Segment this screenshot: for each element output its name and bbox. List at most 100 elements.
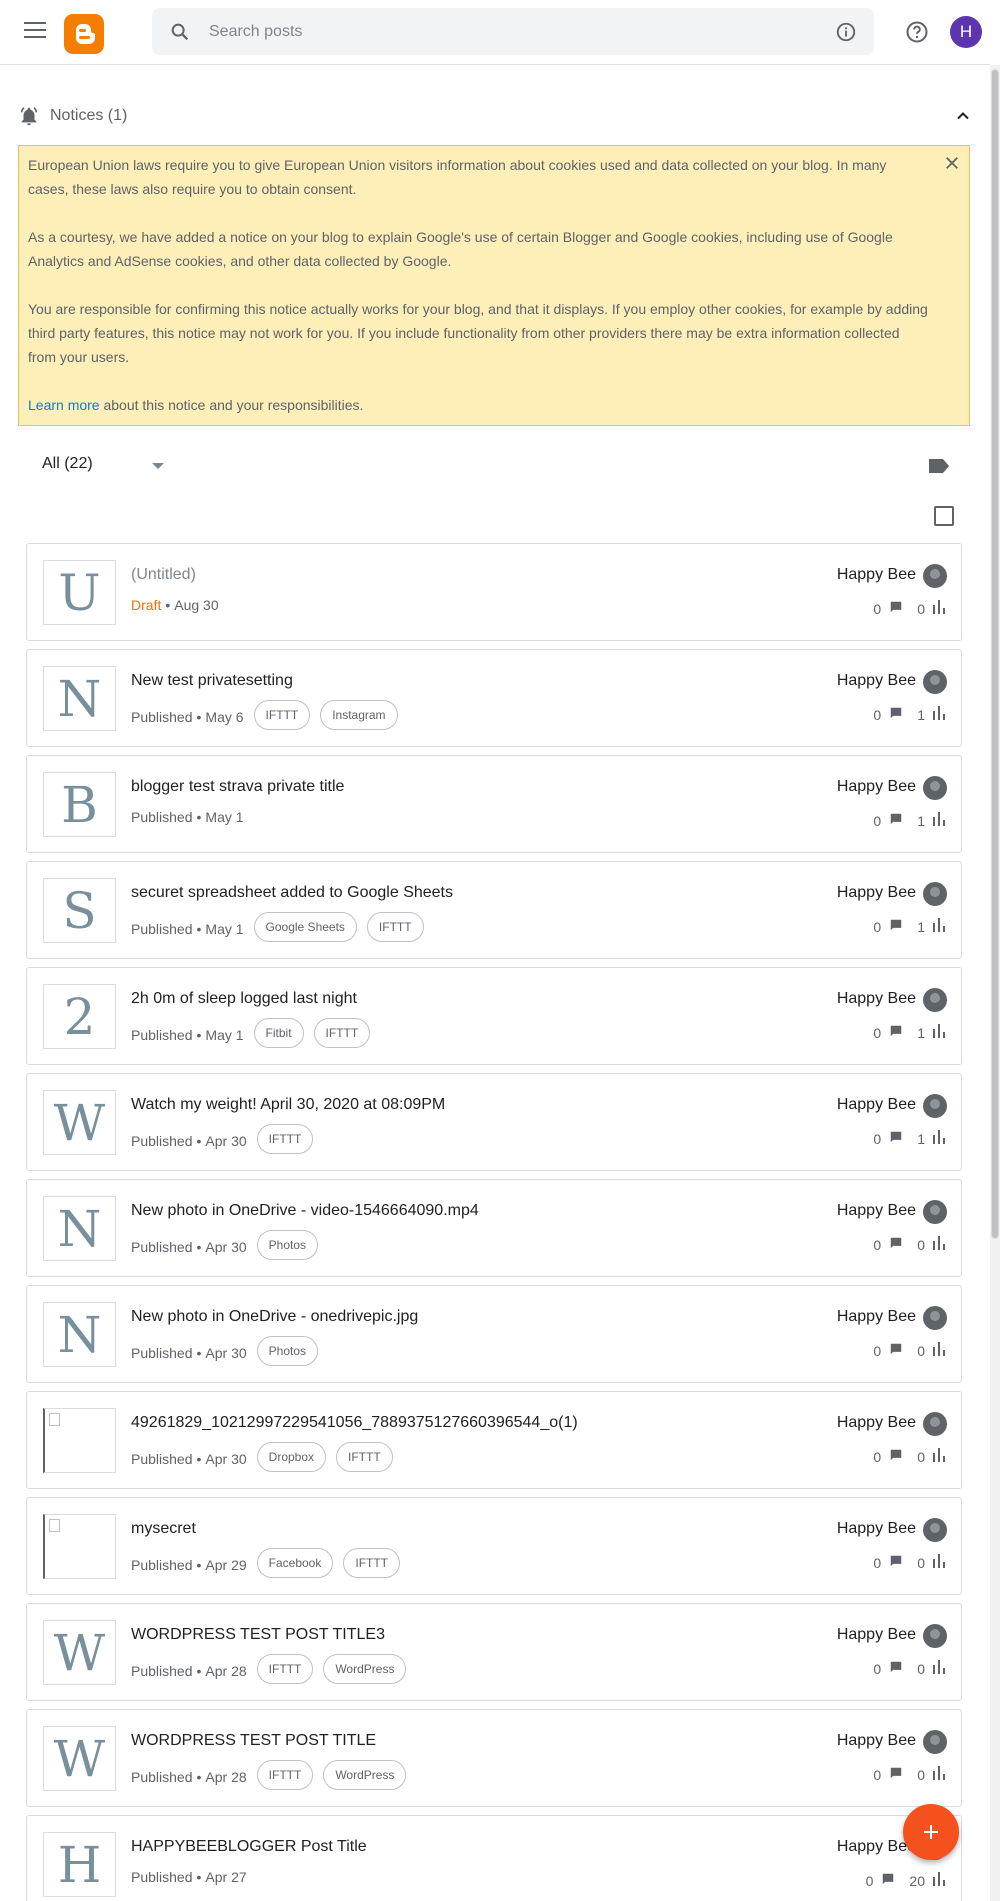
stats-icon[interactable] bbox=[933, 706, 945, 723]
comment-icon[interactable] bbox=[889, 600, 903, 617]
post-label-chip[interactable]: Photos bbox=[256, 1230, 319, 1260]
stats-icon[interactable] bbox=[933, 1660, 945, 1677]
post-card[interactable]: N New photo in OneDrive - onedrivepic.jp… bbox=[26, 1285, 962, 1383]
post-card[interactable]: W WORDPRESS TEST POST TITLE3 Published •… bbox=[26, 1603, 962, 1701]
post-title[interactable]: 49261829_10212997229541056_7889375127660… bbox=[131, 1414, 578, 1432]
label-icon[interactable] bbox=[927, 456, 951, 476]
post-label-chip[interactable]: WordPress bbox=[323, 1654, 407, 1684]
post-stats: 0 1 bbox=[873, 1024, 945, 1041]
comment-icon[interactable] bbox=[889, 1554, 903, 1571]
comment-icon[interactable] bbox=[889, 1024, 903, 1041]
post-card[interactable]: W Watch my weight! April 30, 2020 at 08:… bbox=[26, 1073, 962, 1171]
post-card[interactable]: B blogger test strava private title Publ… bbox=[26, 755, 962, 853]
view-count: 0 bbox=[917, 1554, 925, 1571]
post-thumbnail: 2 bbox=[43, 984, 116, 1049]
notices-header[interactable]: Notices (1) bbox=[18, 102, 973, 132]
view-count: 0 bbox=[917, 600, 925, 617]
post-title[interactable]: 2h 0m of sleep logged last night bbox=[131, 990, 357, 1008]
stats-icon[interactable] bbox=[933, 1236, 945, 1253]
comment-icon[interactable] bbox=[889, 1130, 903, 1147]
meta-separator: • bbox=[196, 920, 202, 937]
stats-icon[interactable] bbox=[933, 600, 945, 617]
post-card[interactable]: H HAPPYBEEBLOGGER Post Title Published •… bbox=[26, 1815, 962, 1901]
stats-icon[interactable] bbox=[933, 1130, 945, 1147]
post-label-chip[interactable]: IFTTT bbox=[256, 1760, 314, 1790]
new-post-button[interactable] bbox=[903, 1804, 959, 1860]
search-icon[interactable] bbox=[169, 21, 191, 43]
meta-separator: • bbox=[196, 809, 202, 825]
post-label-chip[interactable]: IFTTT bbox=[336, 1442, 393, 1472]
post-label-chip[interactable]: IFTTT bbox=[313, 1018, 371, 1048]
post-card[interactable]: U (Untitled) Draft • Aug 30 Happy Bee 0 … bbox=[26, 543, 962, 641]
menu-icon[interactable] bbox=[24, 22, 46, 40]
post-date: Apr 30 bbox=[205, 1344, 247, 1361]
author-avatar bbox=[923, 1094, 947, 1118]
stats-icon[interactable] bbox=[933, 1554, 945, 1571]
stats-icon[interactable] bbox=[933, 1872, 945, 1889]
post-meta: Published • Apr 30 Dropbox IFTTT bbox=[131, 1442, 393, 1472]
post-title[interactable]: New photo in OneDrive - onedrivepic.jpg bbox=[131, 1308, 418, 1326]
help-icon[interactable] bbox=[905, 20, 929, 44]
close-icon[interactable] bbox=[943, 154, 961, 172]
search-input[interactable] bbox=[209, 8, 769, 55]
post-title[interactable]: New photo in OneDrive - video-1546664090… bbox=[131, 1202, 479, 1220]
post-title[interactable]: mysecret bbox=[131, 1520, 196, 1538]
comment-icon[interactable] bbox=[889, 812, 903, 829]
comment-icon[interactable] bbox=[889, 1342, 903, 1359]
post-label-chip[interactable]: Facebook bbox=[256, 1548, 334, 1578]
post-card[interactable]: N New test privatesetting Published • Ma… bbox=[26, 649, 962, 747]
stats-icon[interactable] bbox=[933, 812, 945, 829]
post-card[interactable]: N New photo in OneDrive - video-15466640… bbox=[26, 1179, 962, 1277]
stats-icon[interactable] bbox=[933, 1448, 945, 1465]
comment-icon[interactable] bbox=[889, 1766, 903, 1783]
post-title[interactable]: Watch my weight! April 30, 2020 at 08:09… bbox=[131, 1096, 445, 1114]
dropdown-arrow-icon[interactable] bbox=[152, 463, 164, 469]
account-avatar[interactable]: H bbox=[950, 16, 982, 48]
post-label-chip[interactable]: IFTTT bbox=[366, 912, 424, 942]
post-card[interactable]: 2 2h 0m of sleep logged last night Publi… bbox=[26, 967, 962, 1065]
comment-icon[interactable] bbox=[889, 1448, 903, 1465]
comment-icon[interactable] bbox=[889, 918, 903, 935]
post-label-chip[interactable]: Dropbox bbox=[256, 1442, 327, 1472]
comment-icon[interactable] bbox=[881, 1872, 895, 1889]
post-card[interactable]: 49261829_10212997229541056_7889375127660… bbox=[26, 1391, 962, 1489]
post-card[interactable]: W WORDPRESS TEST POST TITLE Published • … bbox=[26, 1709, 962, 1807]
post-card[interactable]: mysecret Published • Apr 29 Facebook IFTT… bbox=[26, 1497, 962, 1595]
post-filter-dropdown[interactable]: All (22) bbox=[42, 455, 93, 473]
comment-icon[interactable] bbox=[889, 1236, 903, 1253]
post-title[interactable]: (Untitled) bbox=[131, 566, 196, 584]
meta-separator: • bbox=[196, 1662, 202, 1679]
comment-icon[interactable] bbox=[889, 1660, 903, 1677]
blogger-logo-icon[interactable] bbox=[64, 14, 104, 54]
post-title[interactable]: securet spreadsheet added to Google Shee… bbox=[131, 884, 453, 902]
post-label-chip[interactable]: IFTTT bbox=[343, 1548, 401, 1578]
post-title[interactable]: HAPPYBEEBLOGGER Post Title bbox=[131, 1838, 367, 1856]
post-label-chip[interactable]: Fitbit bbox=[253, 1018, 304, 1048]
post-label-chip[interactable]: IFTTT bbox=[253, 700, 311, 730]
post-label-chip[interactable]: IFTTT bbox=[256, 1124, 314, 1154]
post-label-chip[interactable]: Instagram bbox=[320, 700, 398, 730]
stats-icon[interactable] bbox=[933, 1766, 945, 1783]
post-title[interactable]: WORDPRESS TEST POST TITLE bbox=[131, 1732, 376, 1750]
info-icon[interactable] bbox=[835, 21, 857, 43]
post-label-chip[interactable]: IFTTT bbox=[256, 1654, 314, 1684]
post-stats: 0 1 bbox=[873, 706, 945, 723]
stats-icon[interactable] bbox=[933, 1342, 945, 1359]
post-label-chip[interactable]: WordPress bbox=[323, 1760, 407, 1790]
scrollbar[interactable] bbox=[990, 65, 1000, 1901]
post-status: Published bbox=[131, 708, 193, 725]
comment-icon[interactable] bbox=[889, 706, 903, 723]
post-title[interactable]: blogger test strava private title bbox=[131, 778, 344, 796]
stats-icon[interactable] bbox=[933, 918, 945, 935]
stats-icon[interactable] bbox=[933, 1024, 945, 1041]
post-label-chip[interactable]: Google Sheets bbox=[253, 912, 357, 942]
post-title[interactable]: New test privatesetting bbox=[131, 672, 293, 690]
post-card[interactable]: S securet spreadsheet added to Google Sh… bbox=[26, 861, 962, 959]
scrollbar-thumb[interactable] bbox=[991, 69, 999, 1239]
post-title[interactable]: WORDPRESS TEST POST TITLE3 bbox=[131, 1626, 385, 1644]
learn-more-link[interactable]: Learn more bbox=[28, 397, 100, 413]
notices-title: Notices (1) bbox=[50, 107, 128, 124]
post-label-chip[interactable]: Photos bbox=[256, 1336, 319, 1366]
select-all-checkbox[interactable] bbox=[934, 506, 954, 526]
chevron-up-icon[interactable] bbox=[953, 106, 973, 126]
